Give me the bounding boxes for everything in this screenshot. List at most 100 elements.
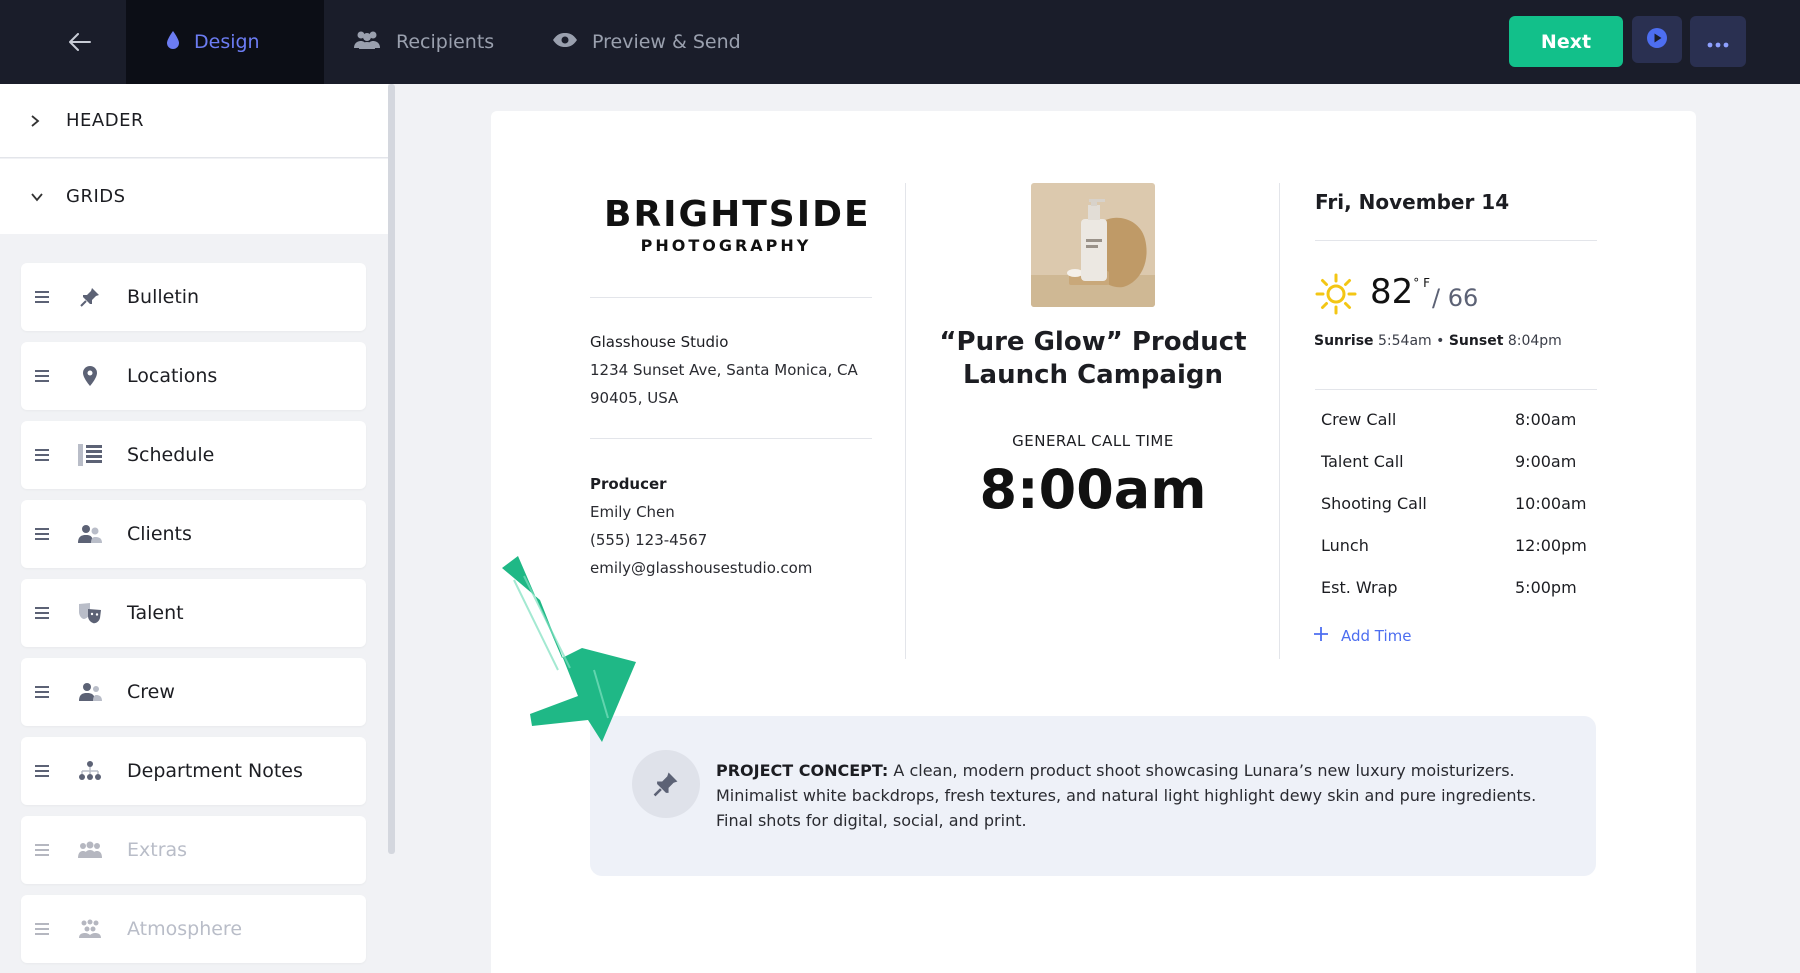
top-bar: Design Recipients Preview & Send Next — [0, 0, 1800, 84]
tab-label: Recipients — [396, 31, 495, 53]
temperature-unit: ° F — [1413, 276, 1430, 290]
ellipsis-icon — [1707, 29, 1729, 54]
sidebar-item-label: Extras — [127, 839, 188, 861]
concept-text: PROJECT CONCEPT: A clean, modern product… — [716, 758, 1546, 833]
divider — [590, 297, 872, 298]
sidebar-item-talent[interactable]: Talent — [21, 579, 366, 647]
sidebar-item-label: Atmosphere — [127, 918, 243, 940]
group-icon — [77, 837, 103, 863]
people-icon — [352, 30, 382, 55]
schedule-row[interactable]: Crew Call 8:00am — [1321, 410, 1591, 452]
low-temperature: / 66 — [1431, 284, 1479, 312]
campaign-title[interactable]: “Pure Glow” Product Launch Campaign — [925, 326, 1261, 392]
drag-handle-icon[interactable] — [35, 370, 51, 382]
schedule-time: 5:00pm — [1515, 578, 1577, 597]
sidebar-item-clients[interactable]: Clients — [21, 500, 366, 568]
drag-handle-icon[interactable] — [35, 291, 51, 303]
sidebar-item-label: Locations — [127, 365, 218, 387]
crew-icon — [77, 679, 103, 705]
studio-address-block[interactable]: Glasshouse Studio 1234 Sunset Ave, Santa… — [590, 328, 858, 412]
play-button[interactable] — [1632, 16, 1682, 63]
next-button[interactable]: Next — [1509, 16, 1623, 67]
column-divider — [1279, 183, 1280, 659]
product-image[interactable] — [1031, 183, 1155, 307]
drag-handle-icon[interactable] — [35, 923, 51, 935]
schedule-time: 8:00am — [1515, 410, 1577, 429]
sidebar-item-crew[interactable]: Crew — [21, 658, 366, 726]
chevron-right-icon — [30, 114, 50, 128]
tab-label: Design — [194, 31, 260, 53]
drag-handle-icon[interactable] — [35, 528, 51, 540]
sidebar-item-label: Crew — [127, 681, 175, 703]
sunrise-label: Sunrise — [1314, 333, 1374, 349]
pin-icon — [77, 284, 103, 310]
add-time-button[interactable]: Add Time — [1313, 626, 1412, 646]
section-grids-toggle[interactable]: GRIDS — [0, 159, 388, 234]
masks-icon — [77, 600, 103, 626]
tab-recipients[interactable]: Recipients — [352, 0, 494, 84]
more-options-button[interactable] — [1690, 16, 1746, 67]
sidebar-item-label: Bulletin — [127, 286, 200, 308]
drag-handle-icon[interactable] — [35, 765, 51, 777]
schedule-label: Talent Call — [1321, 452, 1404, 471]
studio-address-line1: 1234 Sunset Ave, Santa Monica, CA — [590, 361, 858, 379]
sidebar-item-bulletin[interactable]: Bulletin — [21, 263, 366, 331]
schedule-label: Crew Call — [1321, 410, 1397, 429]
clients-icon — [77, 521, 103, 547]
tab-design[interactable]: Design — [126, 0, 324, 84]
sidebar-item-label: Talent — [127, 602, 184, 624]
general-call-label: GENERAL CALL TIME — [1012, 432, 1174, 450]
concept-label: PROJECT CONCEPT: — [716, 761, 889, 780]
company-logo-subtitle: PHOTOGRAPHY — [640, 236, 812, 255]
schedule-row[interactable]: Talent Call 9:00am — [1321, 452, 1591, 494]
list-icon — [77, 442, 103, 468]
sunset-time: 8:04pm — [1507, 333, 1562, 349]
sidebar-item-schedule[interactable]: Schedule — [21, 421, 366, 489]
sidebar-item-label: Department Notes — [127, 760, 303, 782]
drag-handle-icon[interactable] — [35, 686, 51, 698]
sidebar-item-department-notes[interactable]: Department Notes — [21, 737, 366, 805]
sidebar-scrollbar[interactable] — [388, 84, 395, 854]
eye-icon — [552, 31, 578, 53]
schedule-time: 9:00am — [1515, 452, 1577, 471]
annotation-arrow-icon — [490, 550, 640, 750]
schedule-label: Shooting Call — [1321, 494, 1427, 513]
studio-address-line2: 90405, USA — [590, 389, 679, 407]
add-time-label: Add Time — [1341, 627, 1412, 645]
droplet-icon — [166, 30, 180, 55]
company-logo: BRIGHTSIDE — [604, 194, 871, 235]
tab-label: Preview & Send — [592, 31, 741, 53]
divider — [1315, 240, 1597, 241]
drag-handle-icon[interactable] — [35, 844, 51, 856]
separator-dot: • — [1436, 333, 1445, 349]
crowd-icon — [77, 916, 103, 942]
back-arrow-icon[interactable] — [58, 22, 102, 62]
drag-handle-icon[interactable] — [35, 607, 51, 619]
tab-preview-send[interactable]: Preview & Send — [552, 0, 741, 84]
schedule-row[interactable]: Shooting Call 10:00am — [1321, 494, 1591, 536]
sunset-label: Sunset — [1448, 333, 1504, 349]
high-temperature: 82 — [1370, 272, 1414, 312]
schedule-row[interactable]: Lunch 12:00pm — [1321, 536, 1591, 578]
sidebar-item-label: Schedule — [127, 444, 215, 466]
section-header-toggle[interactable]: HEADER — [0, 84, 388, 158]
section-label: GRIDS — [66, 186, 126, 207]
producer-label: Producer — [590, 475, 667, 493]
drag-handle-icon[interactable] — [35, 449, 51, 461]
shoot-date[interactable]: Fri, November 14 — [1315, 190, 1509, 214]
column-divider — [905, 183, 906, 659]
project-concept-bulletin[interactable]: PROJECT CONCEPT: A clean, modern product… — [590, 716, 1596, 876]
schedule-row[interactable]: Est. Wrap 5:00pm — [1321, 578, 1591, 620]
sidebar-item-locations[interactable]: Locations — [21, 342, 366, 410]
studio-name: Glasshouse Studio — [590, 333, 729, 351]
general-call-time[interactable]: 8:00am — [925, 458, 1261, 521]
sun-icon — [1314, 272, 1358, 320]
pin-icon — [632, 750, 700, 818]
weather-block: 82 ° F / 66 — [1314, 272, 1478, 320]
sunrise-sunset: Sunrise 5:54am • Sunset 8:04pm — [1314, 333, 1562, 349]
producer-name: Emily Chen — [590, 503, 675, 521]
sidebar-item-atmosphere[interactable]: Atmosphere — [21, 895, 366, 963]
sidebar-item-label: Clients — [127, 523, 192, 545]
sidebar-item-extras[interactable]: Extras — [21, 816, 366, 884]
schedule-table: Crew Call 8:00am Talent Call 9:00am Shoo… — [1321, 410, 1591, 620]
